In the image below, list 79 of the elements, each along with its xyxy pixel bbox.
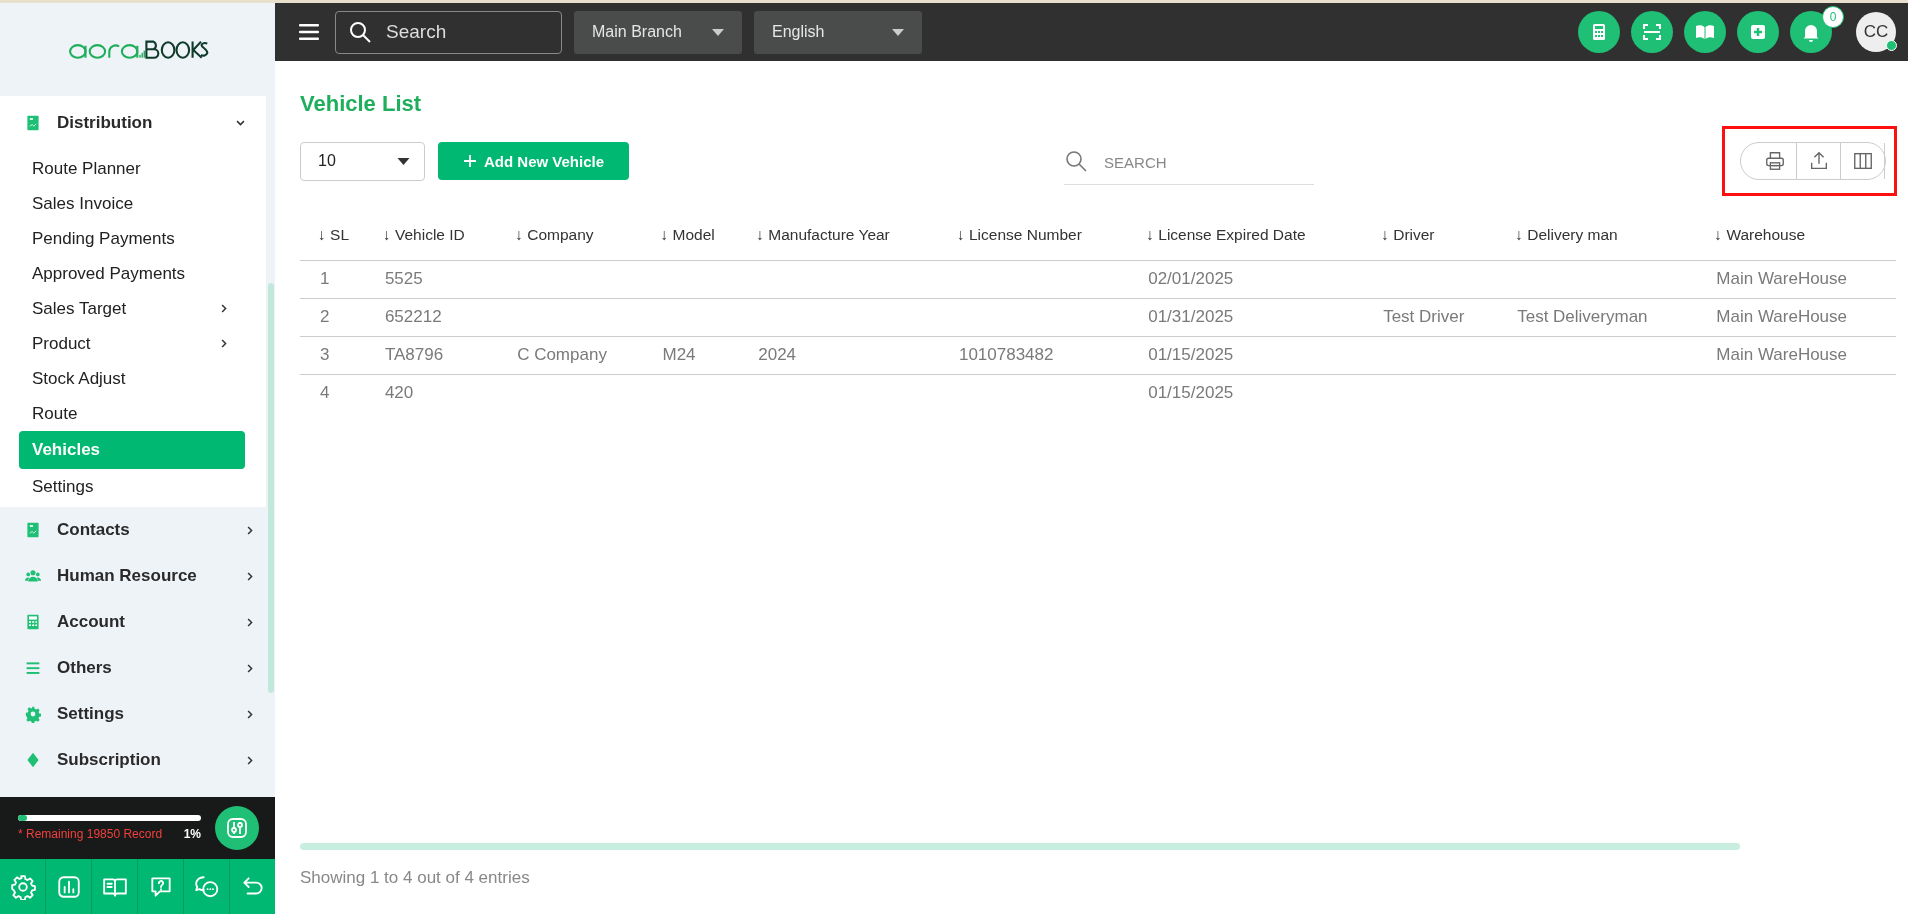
menu-item[interactable]: Product <box>19 326 245 361</box>
menu-icon[interactable] <box>299 24 319 40</box>
menu-section[interactable]: Subscription <box>0 737 275 783</box>
columns-icon[interactable] <box>1851 150 1874 172</box>
menu-item[interactable]: Route <box>19 396 245 431</box>
scrollbar[interactable] <box>268 283 274 693</box>
page-title: Vehicle List <box>300 91 423 117</box>
menu-item[interactable]: Approved Payments <box>19 256 245 291</box>
bar-chart-icon[interactable] <box>55 873 82 900</box>
column-header[interactable]: ↓ Model <box>642 211 739 260</box>
table-cell: 4 <box>300 374 365 412</box>
column-header[interactable]: ↓ Driver <box>1363 211 1498 260</box>
user-avatar[interactable]: CC <box>1856 12 1896 52</box>
notification-count: 0 <box>1822 6 1844 28</box>
menu-item[interactable]: Stock Adjust <box>19 361 245 396</box>
menu-section[interactable]: Others <box>0 645 275 691</box>
table-cell: 3 <box>300 336 365 374</box>
branch-dropdown[interactable]: Main Branch <box>574 10 742 54</box>
menu-item[interactable]: Settings <box>19 469 245 504</box>
table-cell: 2 <box>300 298 365 336</box>
usage-percent: 1% <box>183 827 201 841</box>
caret-icon <box>712 28 724 36</box>
column-header[interactable]: ↓ Delivery man <box>1497 211 1697 260</box>
people-icon <box>25 567 41 585</box>
column-header[interactable]: ↓ SL <box>300 211 365 260</box>
table-cell: 5525 <box>364 260 498 298</box>
sliders-icon <box>225 816 249 840</box>
menu-section[interactable]: Human Resource <box>0 553 275 599</box>
column-header[interactable]: ↓ Warehouse <box>1696 211 1896 260</box>
plus-icon <box>463 154 477 168</box>
scrollbar[interactable] <box>300 843 1740 850</box>
table-cell: 02/01/2025 <box>1128 260 1364 298</box>
search-icon <box>348 19 372 44</box>
caret-icon <box>892 28 904 36</box>
search-field[interactable]: Search <box>335 10 562 54</box>
table-cell: TA8796 <box>364 336 498 374</box>
column-header[interactable]: ↓ Manufacture Year <box>738 211 939 260</box>
table-cell: Main WareHouse <box>1696 336 1896 374</box>
gear-icon[interactable] <box>9 873 36 900</box>
gear-icon <box>25 705 41 723</box>
chat-icon[interactable] <box>193 873 220 900</box>
table-cell: 2024 <box>738 336 939 374</box>
printer-icon[interactable] <box>1763 150 1786 172</box>
menu-section[interactable]: Settings <box>0 691 275 737</box>
table-cell: 652212 <box>364 298 498 336</box>
table-cell: Main WareHouse <box>1696 260 1896 298</box>
column-header[interactable]: ↓ License Expired Date <box>1128 211 1364 260</box>
menu-section[interactable]: Distribution <box>0 96 266 149</box>
table-cell: 01/15/2025 <box>1128 336 1364 374</box>
table-cell: Main WareHouse <box>1696 298 1896 336</box>
table-cell: 420 <box>364 374 498 412</box>
menu-item[interactable]: Pending Payments <box>19 221 245 256</box>
column-header[interactable]: ↓ Vehicle ID <box>364 211 498 260</box>
table-cell: 01/31/2025 <box>1128 298 1364 336</box>
table-cell: C Company <box>497 336 643 374</box>
caret-icon <box>397 157 410 165</box>
table-cell: M24 <box>642 336 739 374</box>
menu-section[interactable]: Account <box>0 599 275 645</box>
list-icon <box>25 659 41 677</box>
menu-item[interactable]: Route Planner <box>19 151 245 186</box>
table-cell: 1 <box>300 260 365 298</box>
menu-item[interactable]: Sales Target <box>19 291 245 326</box>
calculator-icon <box>25 613 41 631</box>
document-icon <box>25 521 41 539</box>
adjust-button[interactable] <box>215 806 259 850</box>
table-cell: Test Deliveryman <box>1497 298 1697 336</box>
table-cell: 01/15/2025 <box>1128 374 1364 412</box>
diamond-icon <box>25 751 41 769</box>
page-size-dropdown[interactable]: 10 <box>300 141 425 181</box>
menu-item[interactable]: Sales Invoice <box>19 186 245 221</box>
document-icon <box>25 113 41 132</box>
table-cell: 1010783482 <box>938 336 1129 374</box>
table-cell: Test Driver <box>1363 298 1498 336</box>
remaining-records-text: * Remaining 19850 Record <box>18 827 163 841</box>
entries-summary: Showing 1 to 4 out of 4 entries <box>300 868 531 888</box>
column-header[interactable]: ↓ Company <box>497 211 643 260</box>
menu-section[interactable]: Contacts <box>0 507 275 553</box>
column-header[interactable]: ↓ License Number <box>938 211 1129 260</box>
language-dropdown[interactable]: English <box>754 10 922 54</box>
